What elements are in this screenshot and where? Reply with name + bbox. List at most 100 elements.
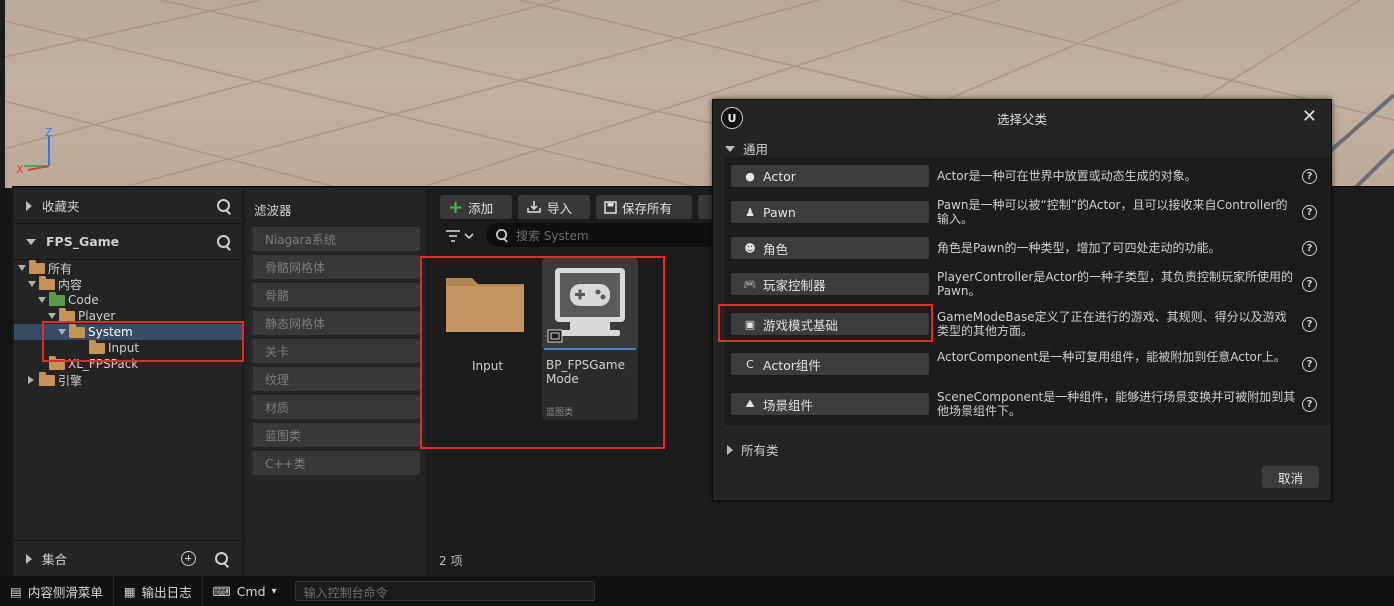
class-row: ☻ 角色 角色是Pawn的一种类型，增加了可四处走动的功能。? (725, 229, 1331, 265)
collapse-arrow-icon[interactable] (58, 329, 66, 335)
cancel-button[interactable]: 取消 (1262, 466, 1319, 488)
folder-icon (49, 355, 65, 370)
filter-dropdown-icon[interactable] (444, 228, 474, 244)
collections-header[interactable]: 集合 (14, 540, 242, 576)
dialog-title: 选择父类 (996, 111, 1047, 127)
save-all-button[interactable]: 保存所有 (596, 195, 692, 219)
class-button-4[interactable]: 🎮 玩家控制器 (731, 273, 929, 295)
axis-z-label: Z (45, 126, 53, 139)
project-header[interactable]: FPS_Game (14, 224, 242, 260)
tree-item-input[interactable]: Input (14, 339, 242, 356)
import-icon (527, 201, 541, 213)
favorites-label: 收藏夹 (42, 199, 80, 214)
class-row: ♟ Pawn Pawn是一种可以被“控制”的Actor，且可以接收来自Control… (725, 193, 1331, 229)
component-icon: C (746, 357, 754, 371)
class-button-5[interactable]: ▣ 游戏模式基础 (731, 313, 929, 335)
folder-icon (39, 371, 55, 386)
folder-icon (49, 291, 65, 306)
filter-item[interactable]: 材质 (250, 395, 420, 419)
add-label: 添加 (468, 200, 494, 216)
pawn-icon: ♟ (745, 205, 755, 219)
tree-item-xl-fpspack[interactable]: XL_FPSPack (14, 355, 242, 372)
class-row: ⛰ 场景组件 SceneComponent是一种组件，能够进行场景变换并可被附加到其… (725, 385, 1331, 421)
filter-item[interactable]: 静态网格体 (250, 311, 420, 335)
collapse-arrow-icon[interactable] (26, 238, 36, 245)
collapse-arrow-icon[interactable] (38, 297, 46, 303)
tree-item-label: 内容 (58, 277, 83, 292)
class-button-1[interactable]: ● Actor (731, 165, 929, 187)
filter-item[interactable]: 关卡 (250, 339, 420, 363)
expand-arrow-icon[interactable] (28, 376, 34, 384)
class-row: ● Actor Actor是一种可在世界中放置或动态生成的对象。? (725, 157, 1331, 193)
add-button[interactable]: + 添加 (440, 195, 512, 219)
tree-item-system[interactable]: System (14, 323, 242, 340)
unreal-logo-icon: U (721, 107, 743, 129)
help-icon[interactable]: ? (1302, 317, 1317, 332)
favorites-header[interactable]: 收藏夹 (14, 188, 242, 224)
collapse-arrow-icon (725, 145, 735, 152)
common-classes-header[interactable]: 通用 (725, 139, 768, 158)
folder-icon (39, 275, 55, 290)
folder-tree: 所有 内容 Code Player System Input XL_FPSPack 引擎 (14, 259, 242, 388)
collapse-arrow-icon[interactable] (48, 313, 56, 319)
folder-icon (69, 323, 85, 338)
import-button[interactable]: 导入 (518, 195, 590, 219)
class-row: C Actor组件 ActorComponent是一种可复用组件，能被附加到任意Ac… (725, 345, 1331, 381)
filter-item[interactable]: 蓝图类 (250, 423, 420, 447)
class-button-7[interactable]: ⛰ 场景组件 (731, 393, 929, 415)
tree-item--[interactable]: 内容 (14, 275, 242, 292)
gamemode-icon: ▣ (744, 317, 756, 331)
search-placeholder: 搜索 System (516, 228, 589, 243)
console-command-input[interactable]: 输入控制台命令 (294, 581, 595, 601)
class-button-2[interactable]: ♟ Pawn (731, 201, 929, 223)
tree-item-player[interactable]: Player (14, 307, 242, 324)
help-icon[interactable]: ? (1302, 241, 1317, 256)
class-description: SceneComponent是一种组件，能够进行场景变换并可被附加到其他场景组件… (937, 390, 1296, 418)
cmd-dropdown[interactable]: ⌨ Cmd ▾ (203, 576, 287, 606)
dialog-titlebar[interactable]: U 选择父类 ✕ (713, 100, 1331, 136)
content-drawer-button[interactable]: ▤ 内容侧滑菜单 (0, 576, 114, 606)
expand-arrow-icon[interactable] (26, 553, 32, 564)
terminal-icon: ⌨ (212, 583, 231, 599)
gamepad-icon: 🎮 (743, 277, 757, 291)
all-classes-header[interactable]: 所有类 (727, 440, 779, 459)
cmd-label: Cmd (236, 583, 266, 599)
folder-tile-input[interactable] (444, 268, 526, 334)
scene-component-icon: ⛰ (745, 397, 755, 410)
search-icon[interactable] (216, 234, 232, 250)
tree-item-code[interactable]: Code (14, 291, 242, 308)
filter-item[interactable]: 骨骼网格体 (250, 255, 420, 279)
help-icon[interactable]: ? (1302, 397, 1317, 412)
asset-type-bar (544, 348, 636, 350)
class-label: 场景组件 (763, 397, 814, 413)
help-icon[interactable]: ? (1302, 205, 1317, 220)
filter-item[interactable]: 纹理 (250, 367, 420, 391)
help-icon[interactable]: ? (1302, 277, 1317, 292)
expand-arrow-icon[interactable] (26, 200, 32, 211)
class-description: PlayerController是Actor的一种子类型，其负责控制玩家所使用的… (937, 270, 1293, 298)
item-count: 2 项 (439, 554, 463, 568)
tree-item--[interactable]: 引擎 (14, 371, 242, 388)
class-button-3[interactable]: ☻ 角色 (731, 237, 929, 259)
filter-item[interactable]: C++类 (250, 451, 420, 475)
blueprint-tile[interactable]: BP_FPSGame Mode 蓝图类 (542, 258, 638, 420)
filter-item[interactable]: 骨骼 (250, 283, 420, 307)
close-icon[interactable]: ✕ (1302, 106, 1317, 127)
search-icon[interactable] (214, 551, 230, 567)
output-log-button[interactable]: ▦ 输出日志 (114, 576, 203, 606)
add-collection-icon[interactable] (181, 551, 196, 566)
class-button-6[interactable]: C Actor组件 (731, 353, 929, 375)
collapse-arrow-icon[interactable] (28, 281, 36, 287)
tree-item-label: Input (108, 341, 140, 355)
help-icon[interactable]: ? (1302, 357, 1317, 372)
all-classes-label: 所有类 (741, 443, 779, 458)
collapse-arrow-icon[interactable] (18, 265, 26, 271)
blueprint-thumbnail (542, 258, 638, 348)
search-icon[interactable] (216, 198, 232, 214)
expand-arrow-icon (727, 444, 733, 455)
help-icon[interactable]: ? (1302, 169, 1317, 184)
asset-label: Input (472, 359, 504, 373)
tree-item--[interactable]: 所有 (14, 259, 242, 276)
asset-search-input[interactable]: 搜索 System (486, 223, 726, 247)
filter-item[interactable]: Niagara系统 (250, 227, 420, 251)
